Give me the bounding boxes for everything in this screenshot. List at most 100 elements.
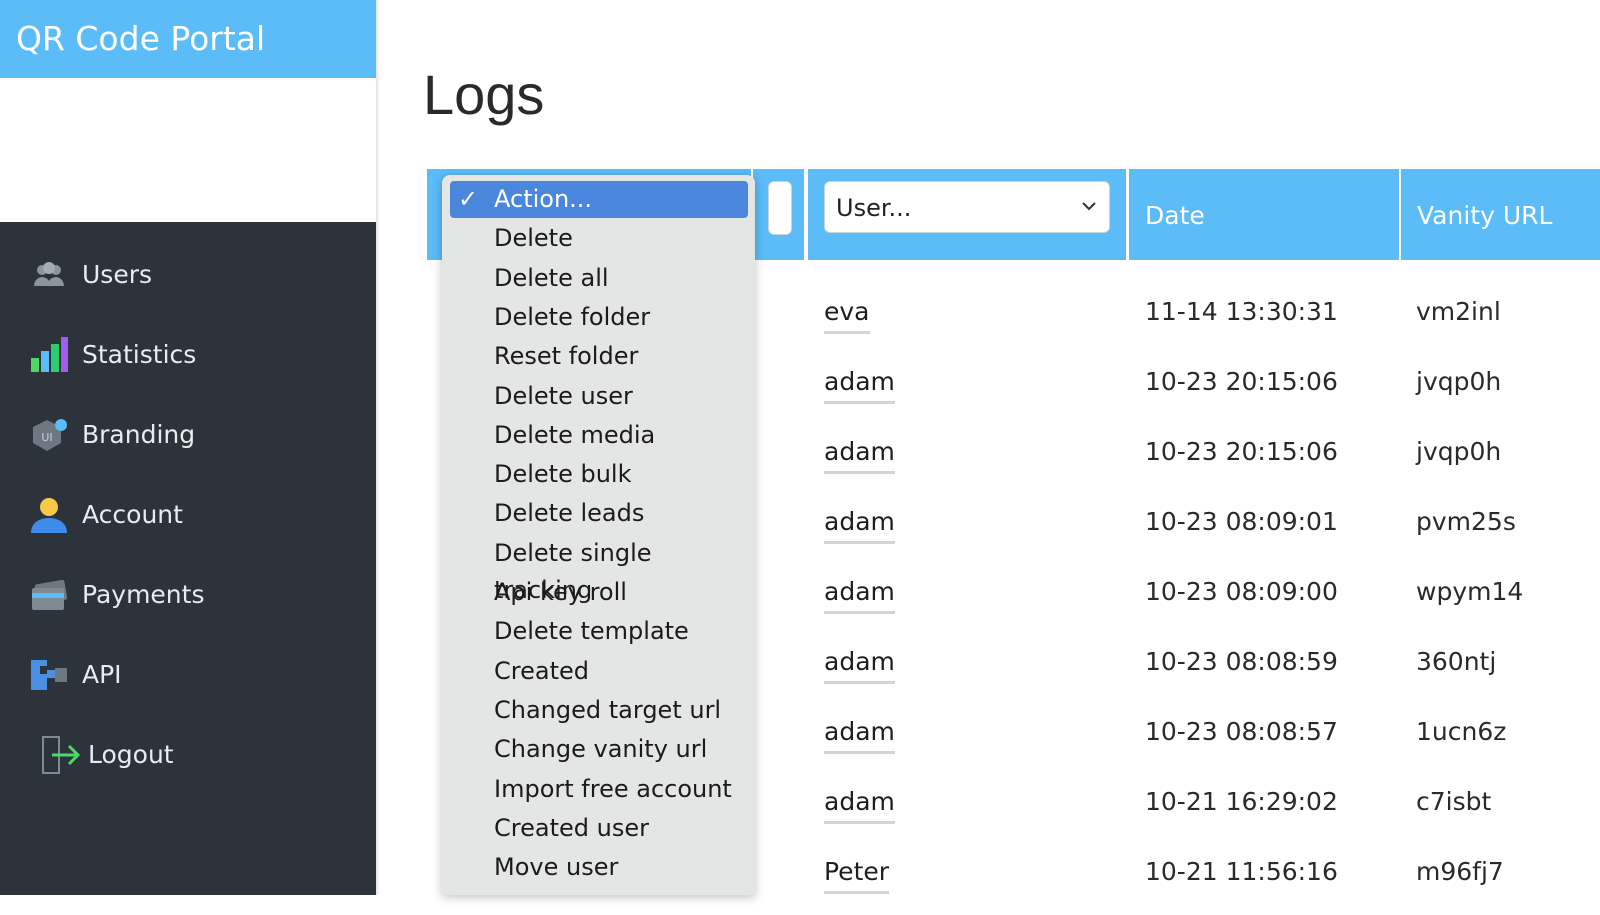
vanity-url-cell: wpym14 xyxy=(1416,577,1524,606)
dropdown-option-label: Delete user xyxy=(494,381,633,410)
date-cell: 10-21 16:29:02 xyxy=(1145,787,1338,816)
vanity-url-cell: c7isbt xyxy=(1416,787,1492,816)
bar-chart-icon xyxy=(31,337,68,372)
dropdown-option-label: Delete xyxy=(494,224,573,253)
user-link[interactable]: adam xyxy=(824,787,895,824)
date-cell: 10-23 08:08:59 xyxy=(1145,647,1338,676)
table-row: adam 10-23 08:09:01 pvm25s xyxy=(808,495,1600,565)
sidebar-item-logout[interactable]: Logout xyxy=(0,724,376,784)
sidebar-item-label: Users xyxy=(82,259,153,289)
checkmark-icon: ✓ xyxy=(458,185,479,213)
dropdown-option-label: Delete all xyxy=(494,263,609,292)
dropdown-option-label: Created user xyxy=(494,813,649,842)
dropdown-option[interactable]: Delete user xyxy=(450,378,748,415)
sidebar-item-account[interactable]: Account xyxy=(0,484,376,544)
dropdown-option[interactable]: ✓ Action... xyxy=(450,181,748,218)
vanity-url-cell: m96fj7 xyxy=(1416,857,1504,886)
user-filter-select[interactable]: User... xyxy=(824,181,1110,233)
column-header-vanity-url[interactable]: Vanity URL xyxy=(1401,169,1600,260)
sidebar-item-users[interactable]: Users xyxy=(0,244,376,304)
vanity-url-cell: jvqp0h xyxy=(1416,367,1502,396)
sidebar-nav: Users Statistics UI Branding Account Pay… xyxy=(0,222,376,895)
table-row: adam 10-23 20:15:06 jvqp0h xyxy=(808,425,1600,495)
table-row: adam 10-23 08:08:57 1ucn6z xyxy=(808,705,1600,775)
users-icon xyxy=(34,262,64,286)
logout-icon xyxy=(42,736,80,774)
sidebar-item-statistics[interactable]: Statistics xyxy=(0,324,376,384)
date-cell: 10-21 11:56:16 xyxy=(1145,857,1338,886)
dropdown-option-label: Api key roll xyxy=(494,578,627,606)
filter-select[interactable] xyxy=(768,181,792,235)
dropdown-option-label: Delete template xyxy=(494,617,689,646)
dropdown-option[interactable]: Delete all xyxy=(450,260,748,297)
table-row: adam 10-23 20:15:06 jvqp0h xyxy=(808,355,1600,425)
sidebar-item-label: Logout xyxy=(88,739,174,769)
account-icon xyxy=(31,498,67,533)
action-select-dropdown[interactable]: ✓ Action... Delete Delete all Delete folder R… xyxy=(442,175,755,895)
date-cell: 10-23 08:09:00 xyxy=(1145,577,1338,606)
user-filter-value: User... xyxy=(836,194,912,222)
dropdown-option[interactable]: Delete media xyxy=(450,417,748,454)
vanity-url-cell: jvqp0h xyxy=(1416,437,1502,466)
sidebar-item-branding[interactable]: UI Branding xyxy=(0,404,376,464)
column-header-label: Vanity URL xyxy=(1417,201,1553,230)
user-link[interactable]: Peter xyxy=(824,857,890,894)
svg-text:UI: UI xyxy=(41,431,52,444)
dropdown-option-label: Delete leads xyxy=(494,499,645,528)
table-row: adam 10-23 08:08:59 360ntj xyxy=(808,635,1600,705)
dropdown-option-label: Change vanity url xyxy=(494,735,708,764)
vanity-url-cell: 1ucn6z xyxy=(1416,717,1507,746)
dropdown-option[interactable]: Api key roll xyxy=(450,574,748,611)
dropdown-option[interactable]: Delete bulk xyxy=(450,456,748,493)
column-header-date[interactable]: Date xyxy=(1129,169,1399,260)
dropdown-option[interactable]: Delete folder xyxy=(450,299,748,336)
table-row: eva 11-14 13:30:31 vm2inl xyxy=(808,285,1600,355)
user-link[interactable]: adam xyxy=(824,367,895,404)
dropdown-option-label: Delete folder xyxy=(494,302,651,331)
sidebar-item-label: Statistics xyxy=(82,339,197,369)
date-cell: 11-14 13:30:31 xyxy=(1145,297,1338,326)
sidebar-divider xyxy=(376,0,380,895)
dropdown-option[interactable]: Changed target url xyxy=(450,692,748,729)
dropdown-option[interactable]: Reset folder xyxy=(450,338,748,375)
dropdown-option-label: Reset folder xyxy=(494,342,639,371)
sidebar-item-label: Branding xyxy=(82,419,196,449)
sidebar-item-api[interactable]: API xyxy=(0,644,376,704)
branding-icon: UI xyxy=(33,419,67,451)
date-cell: 10-23 20:15:06 xyxy=(1145,437,1338,466)
dropdown-option[interactable]: Import free account xyxy=(450,771,748,808)
app-title[interactable]: QR Code Portal xyxy=(0,0,376,78)
vanity-url-cell: pvm25s xyxy=(1416,507,1516,536)
dropdown-option[interactable]: Change vanity url xyxy=(450,731,748,768)
dropdown-option-label: Delete media xyxy=(494,420,656,449)
user-link[interactable]: adam xyxy=(824,507,895,544)
dropdown-option[interactable]: Delete template xyxy=(450,613,748,650)
dropdown-option[interactable]: Created xyxy=(450,653,748,690)
dropdown-option-label: Created xyxy=(494,656,589,685)
dropdown-option[interactable]: Delete leads xyxy=(450,495,748,532)
dropdown-option[interactable]: Delete xyxy=(450,220,748,257)
date-cell: 10-23 20:15:06 xyxy=(1145,367,1338,396)
dropdown-option-label: Action... xyxy=(494,185,593,213)
sidebar-item-label: API xyxy=(82,659,122,689)
vanity-url-cell: 360ntj xyxy=(1416,647,1497,676)
dropdown-option[interactable]: Created user xyxy=(450,810,748,847)
user-link[interactable]: adam xyxy=(824,717,895,754)
credit-card-icon xyxy=(32,579,68,610)
user-link[interactable]: eva xyxy=(824,297,870,334)
dropdown-option-label: Delete bulk xyxy=(494,460,632,489)
date-cell: 10-23 08:08:57 xyxy=(1145,717,1338,746)
vanity-url-cell: vm2inl xyxy=(1416,297,1501,326)
date-cell: 10-23 08:09:01 xyxy=(1145,507,1338,536)
dropdown-option-label: Move user xyxy=(494,853,619,882)
dropdown-option-label: Import free account xyxy=(494,774,732,803)
api-icon xyxy=(31,660,67,690)
user-link[interactable]: adam xyxy=(824,437,895,474)
user-link[interactable]: adam xyxy=(824,577,895,614)
dropdown-option[interactable]: Delete single tracking xyxy=(450,535,748,604)
dropdown-option-label: Changed target url xyxy=(494,695,722,724)
dropdown-option[interactable]: Move user xyxy=(450,849,748,886)
sidebar-item-payments[interactable]: Payments xyxy=(0,564,376,624)
user-link[interactable]: adam xyxy=(824,647,895,684)
sidebar-spacer xyxy=(0,78,376,222)
